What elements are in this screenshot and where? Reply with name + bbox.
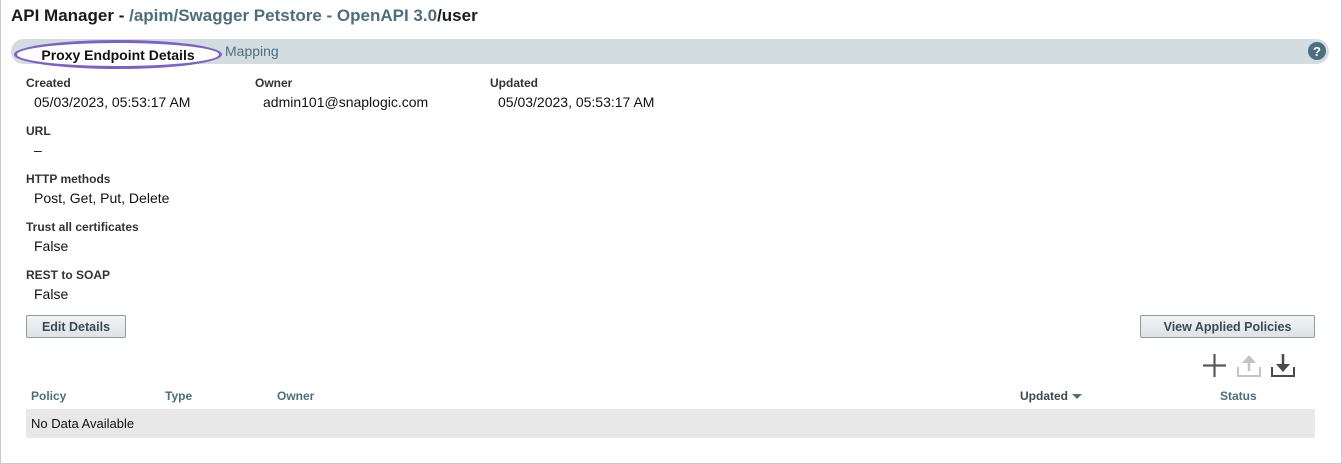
rest-to-soap-label: REST to SOAP [26,268,111,282]
tab-proxy-endpoint-details[interactable]: Proxy Endpoint Details [14,40,222,69]
created-value: 05/03/2023, 05:53:17 AM [34,94,191,110]
http-methods-label: HTTP methods [26,172,111,186]
add-icon[interactable] [1202,353,1227,378]
trust-certificates-value: False [34,238,69,254]
updated-label: Updated [490,76,538,90]
column-header-status[interactable]: Status [1220,389,1257,403]
edit-details-button[interactable]: Edit Details [26,315,126,338]
column-header-owner[interactable]: Owner [277,389,314,403]
created-label: Created [26,76,71,90]
column-header-type[interactable]: Type [165,389,192,403]
url-value: – [34,142,42,158]
column-header-updated-label: Updated [1020,389,1068,403]
owner-label: Owner [255,76,293,90]
column-header-updated[interactable]: Updated [1020,389,1082,403]
path-breadcrumb-tail: /user [437,6,478,25]
url-label: URL [26,124,51,138]
sort-descending-icon [1072,394,1082,400]
view-applied-policies-button[interactable]: View Applied Policies [1140,315,1315,338]
download-icon[interactable] [1270,352,1296,378]
path-breadcrumb-link[interactable]: /apim/Swagger Petstore - OpenAPI 3.0 [129,6,437,25]
tab-mapping[interactable]: Mapping [225,43,279,59]
api-manager-panel: API Manager - /apim/Swagger Petstore - O… [0,0,1342,464]
owner-value: admin101@snaplogic.com [263,94,429,110]
column-header-policy[interactable]: Policy [31,389,66,403]
table-empty-row: No Data Available [26,409,1315,438]
page-title: API Manager - /apim/Swagger Petstore - O… [11,6,478,26]
upload-icon[interactable] [1236,352,1262,378]
trust-certificates-label: Trust all certificates [26,220,139,234]
help-icon[interactable]: ? [1308,42,1326,60]
http-methods-value: Post, Get, Put, Delete [34,190,170,206]
updated-value: 05/03/2023, 05:53:17 AM [498,94,655,110]
rest-to-soap-value: False [34,286,69,302]
app-name: API Manager - [11,6,130,25]
